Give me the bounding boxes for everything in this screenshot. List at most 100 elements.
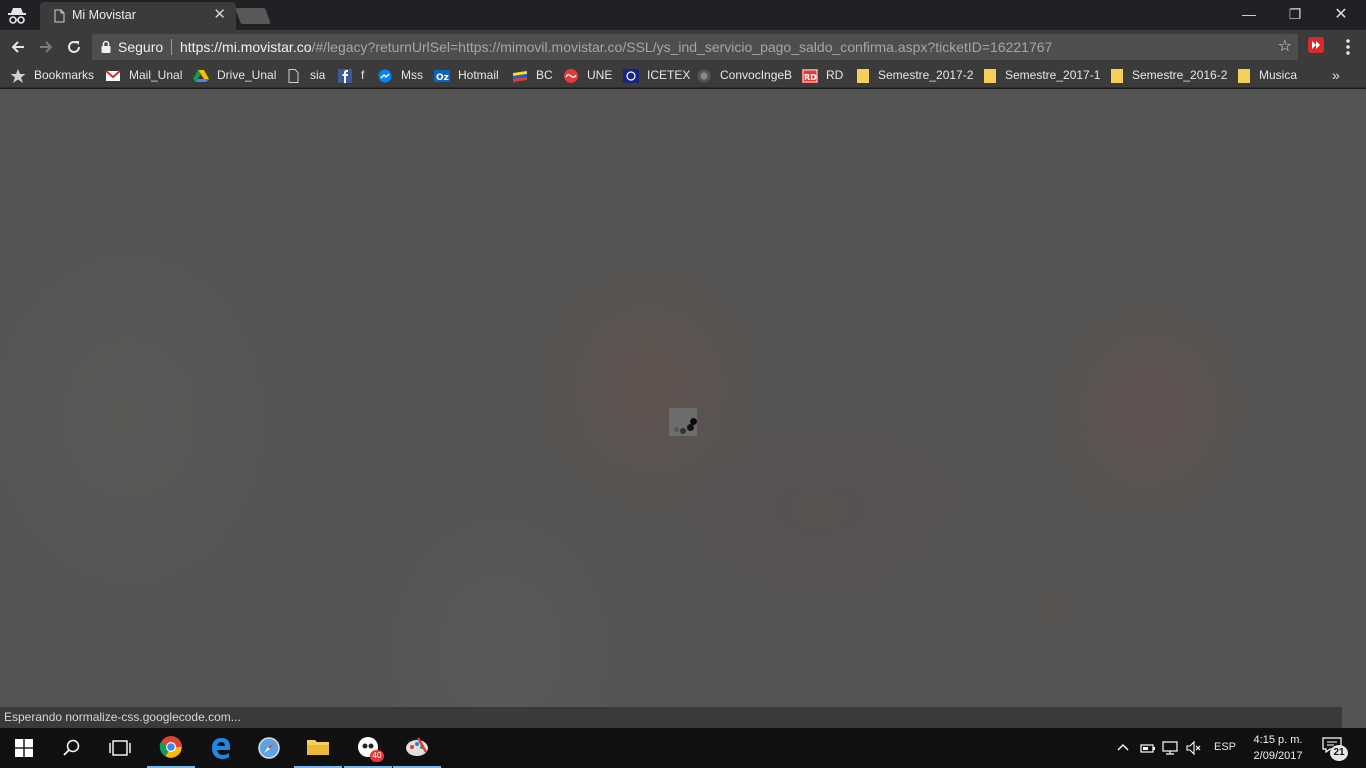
title-bar: Mi Movistar ✕ — ❐ ✕ — [0, 0, 1366, 30]
secure-label: Seguro — [118, 39, 164, 55]
url-text: https://mi.movistar.co/#/legacy?returnUr… — [180, 39, 1052, 55]
star-icon — [10, 69, 26, 83]
address-bar[interactable]: Seguro https://mi.movistar.co/#/legacy?r… — [92, 34, 1298, 60]
spinner-dot — [690, 418, 697, 425]
bookmark-label: Musica — [1259, 68, 1298, 82]
drive-icon — [193, 70, 209, 82]
chrome-icon — [159, 736, 182, 758]
clock-time: 4:15 p. m. — [1253, 734, 1303, 746]
rd-icon: RD — [802, 69, 818, 83]
windows-icon — [15, 739, 33, 757]
bookmark-label: RD — [826, 68, 844, 82]
network-icon[interactable] — [1162, 740, 1178, 756]
tab-mi-movistar[interactable]: Mi Movistar ✕ — [40, 2, 236, 30]
folder-icon — [1111, 69, 1123, 83]
spinner-dot — [680, 428, 686, 434]
palette-icon — [406, 737, 428, 756]
system-clock[interactable]: 4:15 p. m. 2/09/2017 — [1244, 732, 1312, 764]
messenger-icon — [378, 69, 392, 83]
omnibox-separator — [171, 39, 172, 55]
taskbar-file-explorer[interactable] — [294, 728, 342, 768]
arrow-right-icon — [40, 41, 53, 53]
outlook-icon: Oz — [434, 70, 450, 83]
reload-button[interactable] — [62, 35, 86, 59]
edge-icon — [212, 738, 231, 759]
restore-button[interactable]: ❐ — [1272, 0, 1318, 28]
facebook-icon — [338, 69, 352, 83]
menu-button[interactable] — [1340, 36, 1356, 58]
bancolombia-icon — [513, 71, 527, 82]
bookmark-label: Semestre_2017-2 — [878, 68, 974, 82]
action-center-button[interactable]: 21 — [1322, 737, 1348, 761]
taskbar-chrome[interactable] — [147, 728, 195, 768]
fast-forward-icon — [1312, 41, 1320, 49]
bookmark-label: Mss — [401, 68, 423, 82]
compass-icon — [258, 737, 280, 759]
folder-icon — [1238, 69, 1250, 83]
screen: Mi Movistar ✕ — ❐ ✕ Seguro https://mi.mo… — [0, 0, 1366, 768]
reload-icon — [68, 41, 80, 53]
bookmark-label: ICETEX — [647, 68, 691, 82]
arrow-left-icon — [11, 41, 24, 53]
folder-icon — [857, 69, 869, 83]
folder-icon — [307, 740, 329, 755]
volume-muted-icon[interactable] — [1186, 740, 1202, 756]
gmail-icon — [105, 70, 121, 81]
tab-close-icon[interactable]: ✕ — [213, 7, 226, 23]
minimize-button[interactable]: — — [1226, 0, 1272, 28]
file-icon — [288, 69, 299, 83]
bookmark-label: BC — [536, 68, 553, 82]
language-indicator[interactable]: ESP — [1214, 741, 1236, 753]
more-vertical-icon — [1346, 39, 1350, 55]
bookmark-label: sia — [310, 68, 326, 82]
bookmarks-overflow-button[interactable]: » — [1332, 67, 1340, 83]
une-icon — [564, 69, 578, 83]
folder-icon — [984, 69, 996, 83]
bookmark-label: f — [361, 68, 365, 82]
taskbar-game-app[interactable]: 40 — [344, 728, 392, 768]
page-content — [0, 89, 1366, 728]
task-view-button[interactable] — [96, 728, 144, 768]
bookmark-label: Mail_Unal — [129, 68, 183, 82]
bookmark-label: UNE — [587, 68, 613, 82]
loading-spinner-icon — [669, 408, 697, 436]
start-button[interactable] — [0, 728, 48, 768]
spinner-dot — [674, 427, 679, 432]
taskbar-edge[interactable] — [197, 728, 245, 768]
bookmark-label: ConvocIngeB — [720, 68, 793, 82]
lock-icon — [101, 40, 111, 53]
svg-text:Oz: Oz — [436, 73, 449, 83]
taskbar-safari[interactable] — [245, 728, 293, 768]
bookmark-label: Semestre_2017-1 — [1005, 68, 1101, 82]
close-window-button[interactable]: ✕ — [1318, 0, 1364, 28]
tab-title: Mi Movistar — [72, 8, 136, 22]
back-button[interactable] — [6, 35, 30, 59]
bookmarks-bar: Bookmarks Mail_Unal Drive_Unal sia f Mss… — [0, 64, 1366, 88]
search-button[interactable] — [48, 728, 96, 768]
spinner-dot — [687, 424, 694, 431]
bookmark-label: Semestre_2016-2 — [1132, 68, 1228, 82]
svg-text:RD: RD — [804, 73, 817, 82]
bookmark-label: Drive_Unal — [217, 68, 277, 82]
bookmark-label: Hotmail — [458, 68, 499, 82]
url-host: mi.movistar.co — [222, 39, 312, 55]
notification-count-badge: 21 — [1330, 745, 1348, 761]
url-scheme: https:// — [180, 39, 223, 55]
power-plug-icon[interactable] — [1139, 740, 1155, 756]
taskbar: 40 ESP 4:15 p. m. 2/09/2017 21 — [0, 728, 1366, 768]
taskbar-paint-app[interactable] — [393, 728, 441, 768]
extension-button[interactable] — [1308, 37, 1324, 53]
icetex-icon — [623, 69, 639, 83]
bookmark-star-icon[interactable]: ☆ — [1278, 38, 1292, 56]
search-icon — [63, 739, 80, 756]
forward-button[interactable] — [34, 35, 58, 59]
app-notification-badge: 40 — [370, 750, 384, 762]
file-icon — [54, 9, 65, 23]
clock-date: 2/09/2017 — [1253, 750, 1303, 762]
status-bubble: Esperando normalize-css.googlecode.com..… — [0, 707, 1342, 728]
incognito-icon — [8, 8, 26, 24]
bookmark-label: Bookmarks — [34, 68, 95, 82]
task-view-icon — [109, 740, 131, 756]
chevron-up-icon[interactable] — [1115, 740, 1131, 756]
new-tab-button[interactable] — [235, 8, 271, 24]
